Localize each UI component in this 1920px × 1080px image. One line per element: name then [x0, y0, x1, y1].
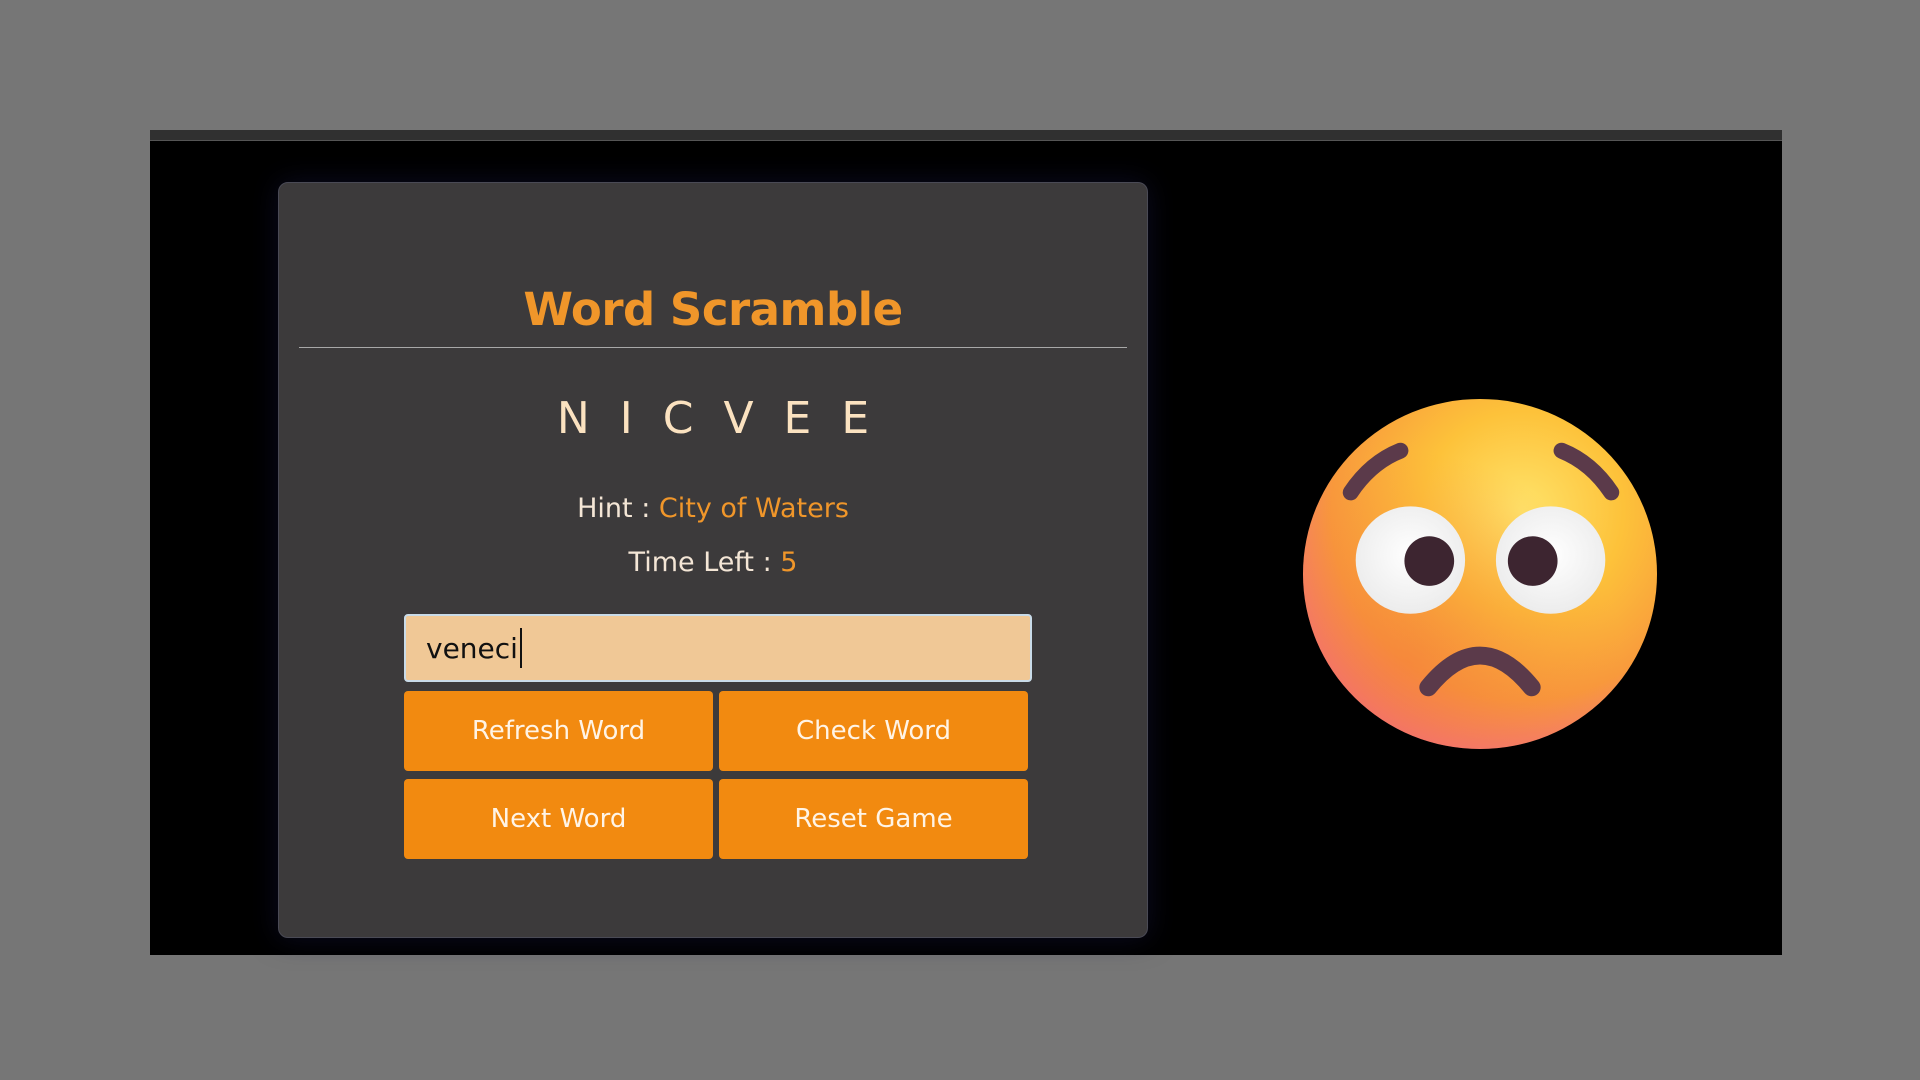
window-top-edge: [150, 140, 1782, 141]
hint-label: Hint :: [577, 493, 651, 524]
time-left-value: 5: [780, 547, 798, 578]
check-word-button[interactable]: Check Word: [719, 691, 1028, 771]
reset-game-button[interactable]: Reset Game: [719, 779, 1028, 859]
text-caret: [519, 628, 522, 668]
time-left-line: Time Left : 5: [279, 547, 1147, 578]
guess-input[interactable]: [404, 614, 1032, 682]
time-left-label: Time Left :: [628, 547, 772, 578]
hint-value: City of Waters: [658, 493, 849, 524]
next-word-button[interactable]: Next Word: [404, 779, 713, 859]
worried-face-emoji-icon: [1302, 398, 1658, 750]
scrambled-word: NICVEE: [556, 393, 900, 444]
hint-line: Hint : City of Waters: [279, 493, 1147, 524]
app-window: Word Scramble NICVEE Hint : City of Wate…: [150, 130, 1782, 955]
refresh-word-button[interactable]: Refresh Word: [404, 691, 713, 771]
game-card: Word Scramble NICVEE Hint : City of Wate…: [278, 182, 1148, 938]
game-title: Word Scramble: [523, 283, 903, 336]
title-divider: [299, 347, 1127, 348]
